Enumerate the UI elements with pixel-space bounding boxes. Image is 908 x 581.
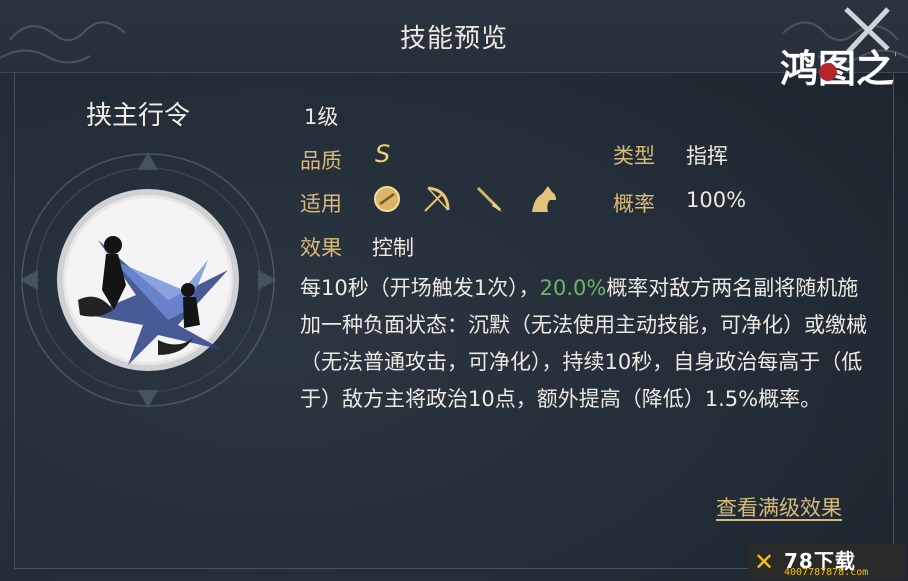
watermark-sub: 4007787878.com	[784, 567, 869, 578]
chance-label: 概率	[613, 192, 655, 216]
watermark: ✕ 78下载 4007787878.com	[748, 544, 906, 580]
logo-text: 鸿图之下	[780, 46, 896, 91]
effect-label: 效果	[300, 236, 342, 260]
spear-icon	[476, 186, 502, 212]
type-label: 类型	[613, 144, 655, 168]
quality-label: 品质	[300, 149, 342, 173]
shield-icon	[374, 186, 400, 212]
watermark-logo-icon: ✕	[754, 548, 775, 576]
bow-icon	[424, 186, 450, 212]
skill-icon	[20, 152, 276, 408]
skill-description: 每10秒（开场触发1次），20.0%概率对敌方两名副将随机施加一种负面状态：沉默…	[300, 270, 870, 418]
skill-level: 1级	[304, 105, 339, 129]
description-highlight: 20.0%	[539, 276, 607, 300]
skill-name: 挟主行令	[86, 101, 191, 131]
effect-value: 控制	[372, 236, 414, 260]
chance-value: 100%	[686, 188, 747, 212]
title-bar: 技能预览	[0, 0, 908, 73]
skill-preview-panel: 技能预览 鸿图之下 挟主行令 1级 品质 S 类型 指挥 适用	[0, 0, 908, 581]
page-title: 技能预览	[399, 24, 508, 54]
description-text: 每10秒（开场触发1次），	[300, 276, 540, 300]
horse-icon	[532, 186, 556, 212]
applicable-label: 适用	[300, 192, 342, 216]
logo-seal	[819, 63, 837, 81]
quality-value: S	[375, 140, 391, 168]
view-max-level-link[interactable]: 查看满级效果	[716, 492, 842, 522]
type-value: 指挥	[686, 144, 728, 168]
game-logo-icon: 鸿图之下	[780, 7, 896, 91]
